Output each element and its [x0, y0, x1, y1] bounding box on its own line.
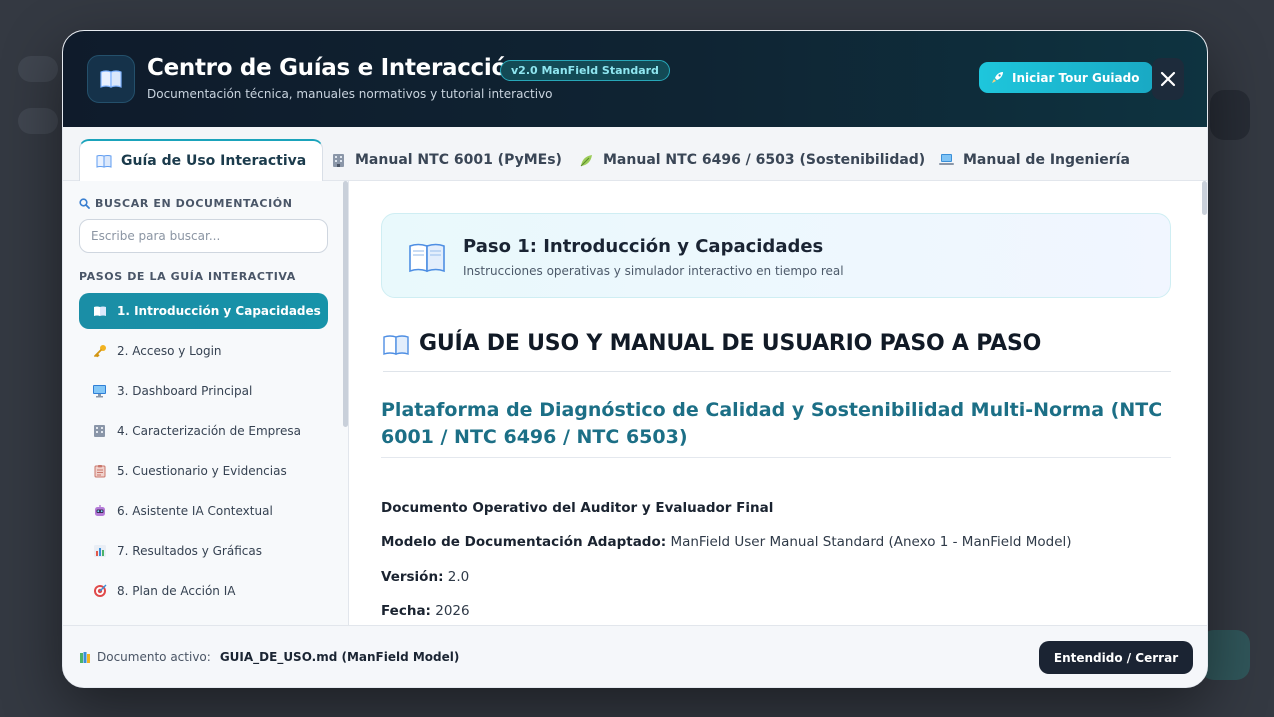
sidebar-item-label: 4. Caracterización de Empresa: [117, 424, 301, 438]
start-tour-button[interactable]: Iniciar Tour Guiado: [979, 62, 1154, 93]
active-document-indicator: Documento activo: GUIA_DE_USO.md (ManFie…: [79, 650, 459, 664]
tab-label: Guía de Uso Interactiva: [121, 153, 307, 169]
sidebar-item-label: 6. Asistente IA Contextual: [117, 504, 273, 518]
guide-content: Paso 1: Introducción y Capacidades Instr…: [350, 181, 1207, 625]
sidebar-item-label: 2. Acceso y Login: [117, 344, 222, 358]
open-book-icon: [383, 335, 409, 355]
platform-heading: Plataforma de Diagnóstico de Calidad y S…: [381, 397, 1171, 458]
laptop-icon: [939, 154, 954, 165]
sidebar-item-caracterizacion[interactable]: 4. Caracterización de Empresa: [79, 413, 328, 449]
sidebar-item-introduccion[interactable]: 1. Introducción y Capacidades: [79, 293, 328, 329]
backdrop-shape: [18, 108, 58, 134]
building-icon: [333, 153, 344, 167]
books-icon: [80, 651, 90, 663]
open-book-icon: [87, 55, 135, 103]
bar-chart-icon: [92, 544, 107, 559]
open-book-icon: [408, 241, 446, 277]
tab-label: Manual NTC 6001 (PyMEs): [355, 152, 562, 168]
sidebar-item-label: 1. Introducción y Capacidades: [117, 304, 321, 318]
tab-bar: Guía de Uso Interactiva Manual NTC 6001 …: [63, 127, 1207, 181]
document-heading: GUÍA DE USO Y MANUAL DE USUARIO PASO A P…: [383, 331, 1171, 372]
start-tour-label: Iniciar Tour Guiado: [1012, 70, 1140, 85]
active-document-label: Documento activo:: [97, 650, 211, 664]
search-input[interactable]: [79, 219, 328, 253]
tab-manual-ntc-6001[interactable]: Manual NTC 6001 (PyMEs): [331, 139, 562, 181]
step-title: Paso 1: Introducción y Capacidades: [463, 236, 824, 257]
active-document-file: GUIA_DE_USO.md (ManField Model): [219, 650, 460, 664]
version-badge: v2.0 ManField Standard: [500, 60, 670, 81]
modal-title: Centro de Guías e Interacción: [147, 55, 524, 81]
document-type-line: Documento Operativo del Auditor y Evalua…: [381, 500, 773, 516]
sidebar-item-label: 7. Resultados y Gráficas: [117, 544, 262, 558]
sidebar-item-label: 8. Plan de Acción IA: [117, 584, 236, 598]
sidebar-item-asistente-ia[interactable]: 6. Asistente IA Contextual: [79, 493, 328, 529]
modal-subtitle: Documentación técnica, manuales normativ…: [147, 87, 553, 101]
document-heading-text: GUÍA DE USO Y MANUAL DE USUARIO PASO A P…: [419, 331, 1042, 356]
backdrop-shape: [1210, 90, 1250, 140]
building-icon: [92, 424, 107, 439]
sidebar-item-resultados[interactable]: 7. Resultados y Gráficas: [79, 533, 328, 569]
model-label: Modelo de Documentación Adaptado:: [381, 534, 667, 550]
date-value: 2026: [435, 603, 470, 619]
content-scrollbar[interactable]: [1202, 181, 1207, 215]
guide-center-modal: Centro de Guías e Interacción v2.0 ManFi…: [62, 30, 1208, 688]
key-icon: [92, 344, 107, 359]
model-line: Modelo de Documentación Adaptado: ManFie…: [381, 534, 1072, 550]
tab-label: Manual de Ingeniería: [963, 152, 1130, 168]
step-subtitle: Instrucciones operativas y simulador int…: [463, 264, 844, 278]
sidebar-item-label: 3. Dashboard Principal: [117, 384, 253, 398]
step-header-card: Paso 1: Introducción y Capacidades Instr…: [381, 213, 1171, 298]
date-label: Fecha:: [381, 603, 431, 619]
search-label-text: BUSCAR EN DOCUMENTACIÓN: [95, 197, 293, 210]
sidebar-item-plan-accion[interactable]: 8. Plan de Acción IA: [79, 573, 328, 609]
robot-icon: [92, 504, 107, 519]
close-icon: [1160, 71, 1176, 87]
modal-header: Centro de Guías e Interacción v2.0 ManFi…: [63, 31, 1207, 127]
target-icon: [92, 584, 107, 599]
date-line: Fecha: 2026: [381, 603, 470, 619]
tab-manual-ingenieria[interactable]: Manual de Ingeniería: [939, 139, 1130, 181]
leaf-icon: [580, 154, 592, 166]
sidebar-item-cuestionario[interactable]: 5. Cuestionario y Evidencias: [79, 453, 328, 489]
steps-section-label: PASOS DE LA GUÍA INTERACTIVA: [79, 270, 296, 283]
sidebar-item-label: 5. Cuestionario y Evidencias: [117, 464, 287, 478]
tab-label: Manual NTC 6496 / 6503 (Sostenibilidad): [603, 152, 926, 168]
tab-manual-ntc-6496-6503[interactable]: Manual NTC 6496 / 6503 (Sostenibilidad): [579, 139, 925, 181]
rocket-icon: [992, 72, 1003, 83]
sidebar-scrollbar[interactable]: [343, 181, 348, 427]
open-book-icon: [92, 304, 107, 319]
sidebar-item-acceso-login[interactable]: 2. Acceso y Login: [79, 333, 328, 369]
backdrop-shape: [18, 56, 58, 82]
sidebar-item-dashboard[interactable]: 3. Dashboard Principal: [79, 373, 328, 409]
model-value: ManField User Manual Standard (Anexo 1 -…: [670, 534, 1072, 550]
guide-sidebar: BUSCAR EN DOCUMENTACIÓN PASOS DE LA GUÍA…: [63, 181, 349, 625]
clipboard-icon: [92, 464, 107, 479]
steps-label-text: PASOS DE LA GUÍA INTERACTIVA: [79, 270, 296, 283]
open-book-icon: [96, 155, 112, 168]
monitor-icon: [92, 384, 107, 399]
search-icon: [79, 198, 90, 209]
modal-footer: Documento activo: GUIA_DE_USO.md (ManFie…: [63, 625, 1207, 687]
tab-guia-de-uso[interactable]: Guía de Uso Interactiva: [79, 139, 324, 181]
document-type-text: Documento Operativo del Auditor y Evalua…: [381, 500, 774, 516]
version-line: Versión: 2.0: [381, 569, 469, 585]
version-label: Versión:: [381, 569, 444, 585]
close-button[interactable]: [1152, 58, 1184, 100]
version-value: 2.0: [447, 569, 470, 585]
understood-close-button[interactable]: Entendido / Cerrar: [1039, 641, 1193, 674]
search-section-label: BUSCAR EN DOCUMENTACIÓN: [79, 197, 293, 210]
